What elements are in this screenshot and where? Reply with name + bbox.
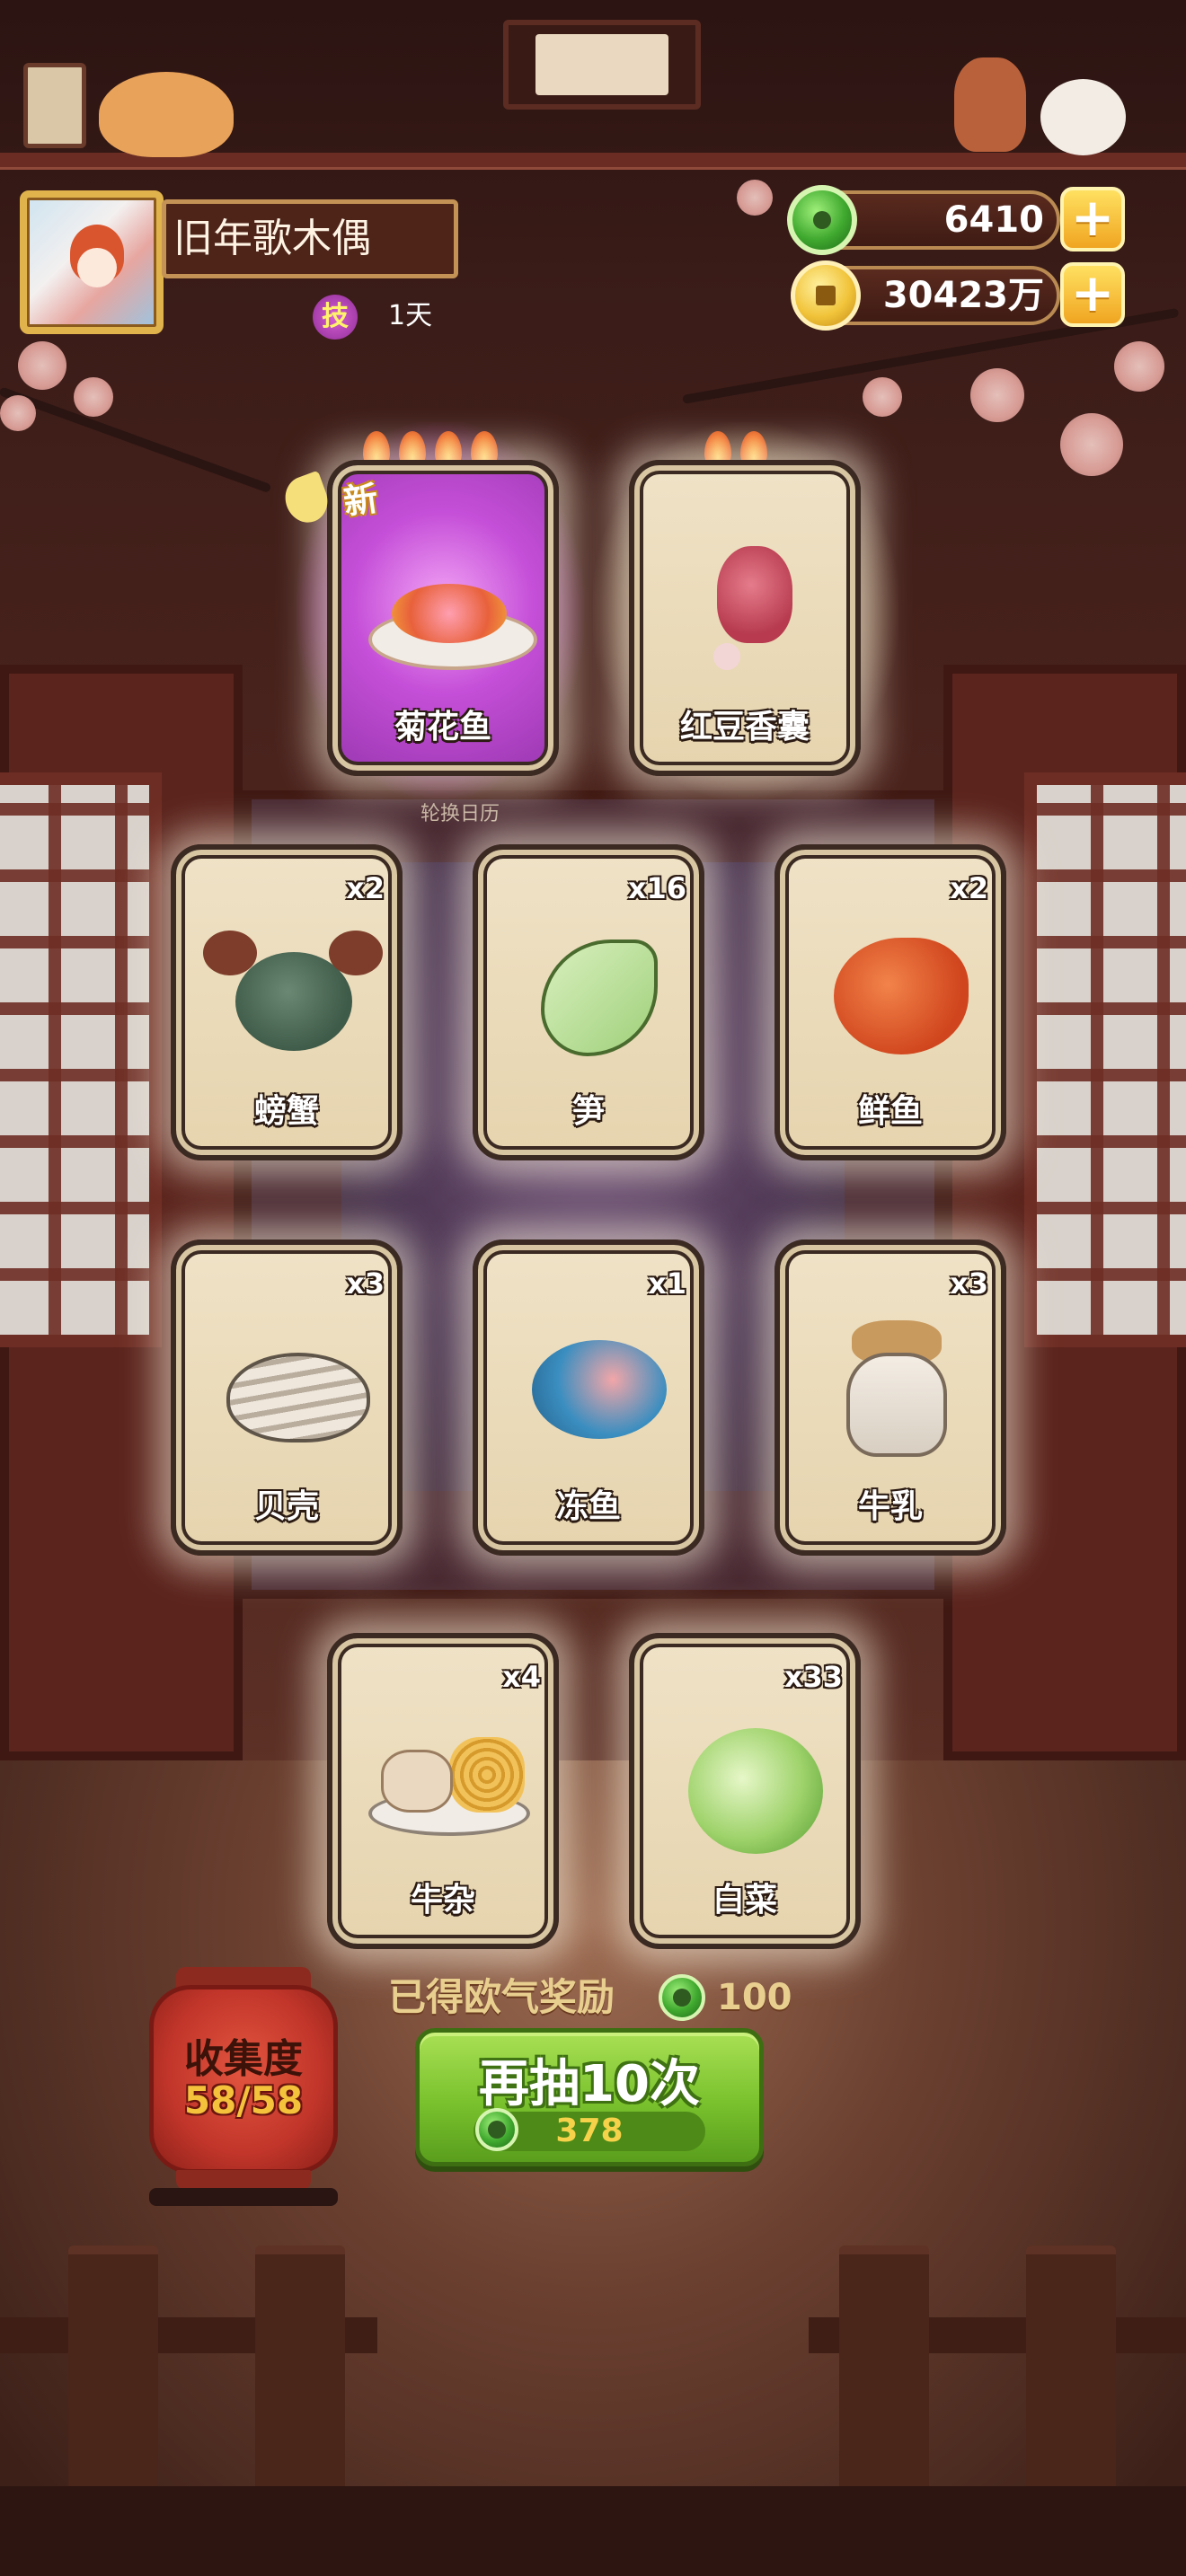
cabbage-icon (661, 1701, 828, 1854)
add-jade-button[interactable]: + (1060, 187, 1125, 251)
rotate-calendar-label: 轮换日历 (420, 803, 500, 825)
card-title: 牛乳 (857, 1488, 923, 1525)
blossom (74, 377, 113, 417)
card-title: 白菜 (712, 1882, 777, 1919)
frozen-fish-icon (505, 1308, 672, 1460)
collection-progress: 58/58 (183, 2078, 304, 2122)
new-label: 新 (341, 478, 381, 523)
card-count: x2 (950, 871, 988, 905)
scroll-menu-icon[interactable] (23, 63, 86, 148)
cat-decoration-icon (99, 72, 234, 157)
gold-coin-icon (791, 260, 861, 331)
card-count: x33 (783, 1660, 843, 1694)
card-title: 螃蟹 (253, 1093, 319, 1130)
character-decoration-icon (954, 57, 1026, 152)
card-count: x3 (950, 1266, 988, 1301)
chrysanthemum-fish-dish (359, 528, 537, 681)
bottom-bar (0, 2486, 1186, 2576)
fence-post (1026, 2245, 1116, 2524)
blossom (1114, 341, 1164, 392)
milk-jar-icon (807, 1308, 974, 1460)
card-count: x4 (502, 1660, 541, 1694)
draw-cost: 378 (555, 2113, 624, 2149)
card-title: 贝壳 (253, 1488, 319, 1525)
ingredient-card[interactable]: x2 螃蟹 (171, 844, 403, 1160)
new-badge: 新 (279, 469, 403, 532)
ingredient-card[interactable]: x16 笋 (473, 844, 704, 1160)
card-title: 笋 (571, 1093, 605, 1130)
clam-shell-icon (203, 1308, 370, 1460)
player-avatar[interactable] (20, 190, 164, 334)
card-title: 冻鱼 (555, 1488, 621, 1525)
blossom (18, 341, 66, 390)
draw-again-label: 再抽10次 (479, 2055, 700, 2113)
card-count: x3 (346, 1266, 385, 1301)
card-count: x16 (627, 871, 686, 905)
card-title: 菊花鱼 (394, 709, 491, 745)
ingredient-card[interactable]: x33 白菜 (629, 1633, 861, 1949)
skill-duration: 1天 (388, 300, 433, 331)
jade-coin-icon (659, 1974, 705, 2021)
goldfish-icon (807, 913, 974, 1065)
ingredient-card[interactable]: x3 牛乳 (774, 1239, 1006, 1556)
fence-post (255, 2245, 345, 2524)
skill-badge-icon[interactable]: 技 (313, 295, 358, 340)
fence-post (68, 2245, 158, 2524)
card-title: 牛杂 (410, 1882, 475, 1919)
collection-lantern[interactable]: 收集度 58/58 (149, 1967, 338, 2206)
jade-coin-icon (787, 185, 857, 255)
featured-card[interactable]: 红豆香囊 (629, 460, 861, 776)
fence-post (839, 2245, 929, 2524)
card-title: 鲜鱼 (857, 1093, 923, 1130)
crab-icon (203, 913, 383, 1065)
right-window-lattice (1024, 772, 1186, 1347)
left-window-lattice (0, 772, 162, 1347)
blossom (0, 395, 36, 431)
collection-label: 收集度 (184, 2036, 303, 2082)
cat-decoration-icon (1040, 79, 1126, 155)
red-bean-sachet (661, 528, 828, 681)
beef-offal-icon (359, 1701, 530, 1854)
card-title: 红豆香囊 (679, 709, 810, 745)
card-count: x2 (346, 871, 385, 905)
reward-label: 已得欧气奖励 (388, 1975, 615, 2019)
blossom (737, 180, 773, 216)
blossom (970, 368, 1024, 422)
ingredient-card[interactable]: x3 贝壳 (171, 1239, 403, 1556)
card-count: x1 (648, 1266, 686, 1301)
player-name[interactable]: 旧年歌木偶 (162, 199, 458, 278)
reward-amount: 100 (717, 1977, 792, 2018)
ingredient-card[interactable]: x4 牛杂 (327, 1633, 559, 1949)
ingredient-card[interactable]: x1 冻鱼 (473, 1239, 704, 1556)
draw-again-button[interactable]: 再抽10次 378 (415, 2028, 764, 2166)
ingredient-card[interactable]: x2 鲜鱼 (774, 844, 1006, 1160)
add-coins-button[interactable]: + (1060, 262, 1125, 327)
blossom-branch (0, 386, 272, 494)
blossom (863, 377, 902, 417)
top-scroll-banner (503, 20, 701, 110)
blossom (1060, 413, 1123, 476)
bamboo-shoot-icon (505, 913, 672, 1065)
